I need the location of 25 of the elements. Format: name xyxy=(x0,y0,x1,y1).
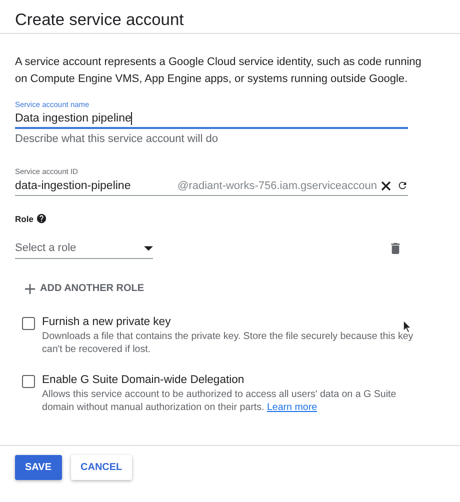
plus-icon xyxy=(25,284,35,294)
domain-suffix: @radiant-works-756.iam.gserviceaccoun xyxy=(178,180,377,192)
id-field[interactable]: data-ingestion-pipeline @radiant-works-756.iam.gserviceaccoun xyxy=(15,176,408,196)
intro-text: A service account represents a Google Cloud service identity, such as code running on Compute Engine VMS, App Engine apps, or systems running outside Google. xyxy=(15,55,422,87)
name-field[interactable]: Data ingestion pipeline xyxy=(15,109,408,129)
checkbox[interactable] xyxy=(22,317,35,330)
field-hint: Describe what this service account will do xyxy=(15,133,219,145)
role-label: Role xyxy=(15,214,34,224)
option-label: Enable G Suite Domain-wide Delegation xyxy=(42,374,244,386)
cancel-button[interactable]: CANCEL xyxy=(70,455,132,480)
help-icon[interactable] xyxy=(36,213,48,224)
close-icon[interactable] xyxy=(381,180,391,190)
add-role-button[interactable]: ADD ANOTHER ROLE xyxy=(25,279,144,298)
refresh-icon[interactable] xyxy=(397,180,408,191)
learn-more-link[interactable]: Learn more xyxy=(266,402,318,412)
role-select[interactable]: Select a role xyxy=(15,238,153,259)
pointer-icon xyxy=(403,320,412,333)
option-description: Allows this service account to be authorized to access all users' data on a G Suite domain without manual authorization on their parts. Learn more xyxy=(42,389,398,414)
checkbox[interactable] xyxy=(22,375,35,388)
save-button[interactable]: SAVE xyxy=(15,455,62,480)
dropdown-arrow-icon xyxy=(144,246,153,250)
option-description: Downloads a file that contains the private key. Store the file securely because this key can't be recovered if lost. xyxy=(42,331,414,356)
trash-icon[interactable] xyxy=(391,243,400,254)
dialog-title: Create service account xyxy=(14,10,185,31)
option-label: Furnish a new private key xyxy=(42,316,171,328)
